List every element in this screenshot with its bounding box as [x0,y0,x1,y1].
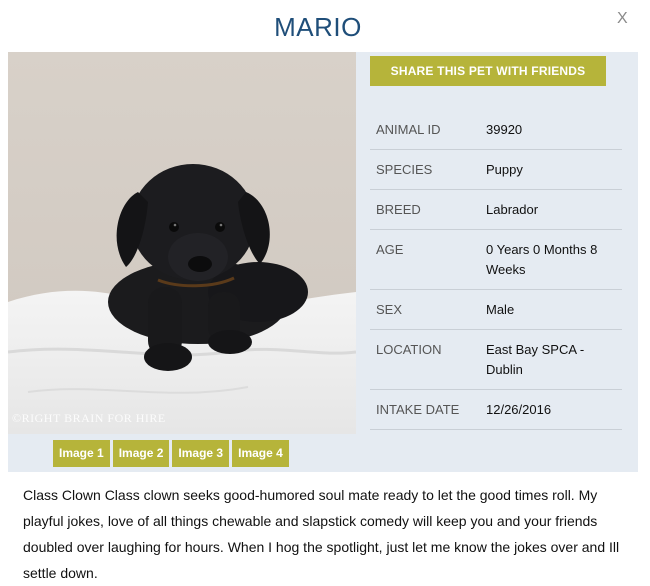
pet-name-title: MARIO [274,12,362,42]
detail-label: BREED [376,202,421,217]
image-3-button[interactable]: Image 3 [172,440,230,467]
detail-label: INTAKE DATE [376,402,460,417]
detail-row-location: LOCATION East Bay SPCA - Dublin [370,330,622,390]
detail-value: Puppy [486,162,523,177]
detail-row-intake-date: INTAKE DATE 12/26/2016 [370,390,622,430]
image-2-button[interactable]: Image 2 [112,440,170,467]
detail-label: SPECIES [376,162,433,177]
detail-value: 12/26/2016 [486,402,552,417]
detail-value: Labrador [486,202,539,217]
detail-row-sex: SEX Male [370,290,622,330]
detail-value: 0 Years 0 Months 8 Weeks [486,242,598,277]
image-4-button[interactable]: Image 4 [232,440,289,467]
detail-value: Male [486,302,515,317]
puppy-image [8,52,356,434]
close-button[interactable]: X [617,10,628,28]
detail-row-age: AGE 0 Years 0 Months 8 Weeks [370,230,622,290]
detail-value: 39920 [486,122,523,137]
pet-photo: ©RIGHT BRAIN FOR HIRE [8,52,356,434]
photo-watermark: ©RIGHT BRAIN FOR HIRE [12,411,166,425]
detail-label: AGE [376,242,404,257]
detail-label: ANIMAL ID [376,122,441,137]
pet-details-table: ANIMAL ID 39920 SPECIES Puppy BREED Labr… [370,110,622,430]
image-1-button[interactable]: Image 1 [53,440,110,467]
detail-row-breed: BREED Labrador [370,190,622,230]
detail-row-animal-id: ANIMAL ID 39920 [370,110,622,150]
pet-detail-panel: ©RIGHT BRAIN FOR HIRE Image 1 Image 2 Im… [8,52,638,472]
detail-value: East Bay SPCA - Dublin [486,342,585,377]
detail-label: LOCATION [376,342,442,357]
share-pet-button[interactable]: SHARE THIS PET WITH FRIENDS [370,56,606,86]
pet-description: Class Clown Class clown seeks good-humor… [23,487,620,581]
detail-row-species: SPECIES Puppy [370,150,622,190]
image-thumbnails: Image 1 Image 2 Image 3 Image 4 [53,440,289,467]
detail-label: SEX [376,302,403,317]
